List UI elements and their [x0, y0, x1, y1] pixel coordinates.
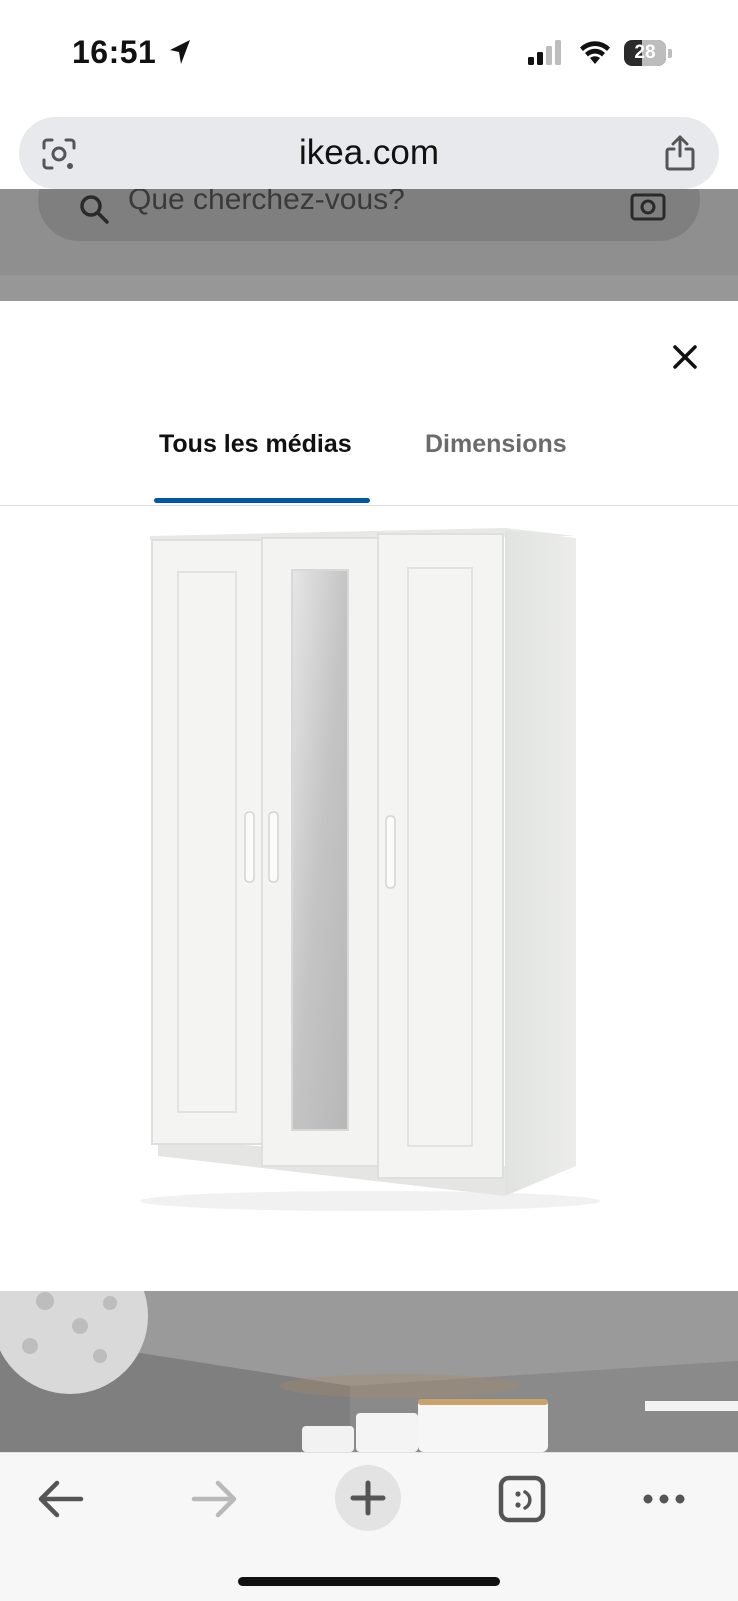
tab-dimensions[interactable]: Dimensions — [425, 430, 567, 459]
status-bar: 16:51 28 — [0, 0, 738, 104]
background-search-placeholder: Que cherchez-vous? — [128, 189, 405, 216]
share-icon[interactable] — [663, 134, 697, 172]
new-tab-plus-icon[interactable] — [335, 1465, 401, 1531]
forward-arrow-icon[interactable] — [180, 1465, 248, 1533]
background-page-strip — [0, 275, 738, 301]
home-indicator — [238, 1577, 500, 1586]
back-arrow-icon[interactable] — [27, 1465, 95, 1533]
address-bar[interactable]: ikea.com — [19, 117, 719, 189]
tabs-overview-icon[interactable] — [488, 1465, 556, 1533]
location-arrow-icon — [170, 40, 190, 64]
cellular-signal-icon — [528, 40, 561, 65]
battery-level: 28 — [634, 42, 656, 63]
more-options-icon[interactable] — [630, 1465, 698, 1533]
url-text[interactable]: ikea.com — [19, 117, 719, 189]
wardrobe-product-image[interactable] — [0, 506, 738, 1272]
camera-search-icon — [630, 193, 666, 221]
browser-toolbar — [0, 1452, 738, 1601]
status-time: 16:51 — [72, 34, 157, 70]
room-scene-image[interactable] — [0, 1291, 738, 1452]
wifi-icon — [580, 41, 610, 64]
active-tab-indicator — [154, 498, 370, 503]
search-icon — [80, 195, 109, 224]
battery-icon: 28 — [624, 40, 672, 66]
background-page-overlay: Que cherchez-vous? — [0, 189, 738, 301]
close-icon[interactable] — [666, 338, 704, 376]
tab-all-media[interactable]: Tous les médias — [159, 430, 352, 459]
media-modal: Tous les médias Dimensions — [0, 302, 738, 1452]
